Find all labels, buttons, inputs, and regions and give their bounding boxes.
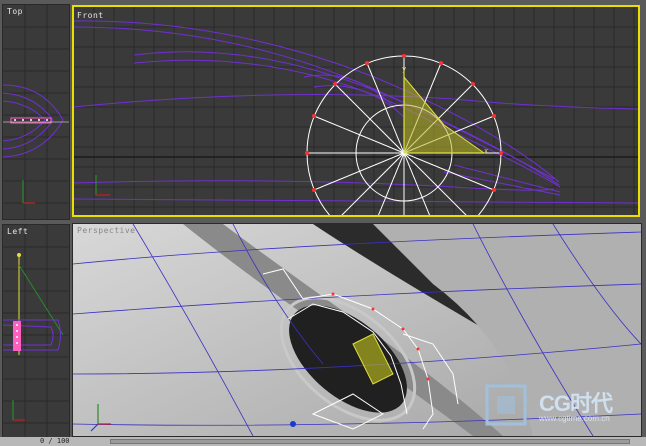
viewport-left[interactable]: Left bbox=[2, 224, 70, 438]
viewport-label-front[interactable]: Front bbox=[77, 11, 104, 20]
timeline-bar: 0 / 100 bbox=[0, 437, 646, 446]
watermark: CG时代 www.cgtime.com.cn bbox=[483, 382, 633, 430]
viewport-top[interactable]: Top bbox=[2, 4, 70, 220]
viewport-label-left[interactable]: Left bbox=[7, 227, 28, 236]
front-viewport-canvas bbox=[74, 7, 638, 215]
viewport-label-perspective[interactable]: Perspective bbox=[77, 226, 135, 235]
time-slider[interactable] bbox=[110, 439, 630, 444]
viewport-perspective[interactable]: Perspective CG时代 www.cgtime.com.cn bbox=[72, 223, 642, 437]
viewport-label-top[interactable]: Top bbox=[7, 7, 23, 16]
top-viewport-canvas bbox=[3, 5, 69, 219]
gizmo-x-label: x bbox=[484, 147, 489, 155]
gizmo-y-label: y bbox=[402, 65, 407, 73]
cgtime-logo-icon bbox=[485, 384, 527, 426]
viewport-front[interactable]: Front y x bbox=[72, 5, 640, 217]
left-viewport-canvas bbox=[3, 225, 69, 437]
watermark-url: www.cgtime.com.cn bbox=[539, 414, 610, 423]
frame-counter: 0 / 100 bbox=[40, 437, 70, 445]
